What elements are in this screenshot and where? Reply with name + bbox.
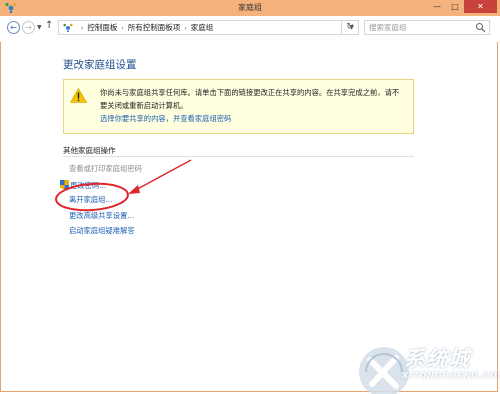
- search-icon[interactable]: [475, 22, 486, 33]
- view-print-password-link[interactable]: 查看或打印家庭组密码: [69, 164, 142, 174]
- up-button[interactable]: ↑: [45, 20, 53, 31]
- breadcrumb-item[interactable]: 控制面板: [87, 23, 117, 32]
- title-bar: 家庭组 — □ ✕: [0, 0, 500, 16]
- refresh-button[interactable]: ↻: [341, 20, 358, 35]
- arrow-right-icon: →: [25, 23, 32, 32]
- advanced-sharing-link[interactable]: 更改高级共享设置...: [69, 211, 134, 221]
- arrow-left-icon: ←: [10, 23, 17, 32]
- watermark-url: XITONGCHENG.COM: [402, 371, 500, 380]
- watermark-text: 系统城: [404, 347, 470, 371]
- recent-locations-button[interactable]: ▼: [37, 24, 42, 31]
- warning-icon: [70, 88, 87, 103]
- chevron-right-icon[interactable]: ›: [184, 25, 186, 32]
- shield-icon: [60, 180, 69, 190]
- maximize-button[interactable]: □: [446, 0, 464, 13]
- warning-banner: 你尚未与家庭组共享任何库。请单击下面的链接更改正在共享的内容。在共享完成之前，请…: [63, 79, 414, 134]
- section-divider: [63, 156, 414, 157]
- breadcrumb: › 控制面板 › 所有控制面板项 › 家庭组: [77, 21, 213, 35]
- warning-text: 你尚未与家庭组共享任何库。请单击下面的链接更改正在共享的内容。在共享完成之前，请…: [100, 88, 400, 110]
- forward-button[interactable]: →: [22, 21, 35, 34]
- breadcrumb-item[interactable]: 家庭组: [191, 23, 214, 32]
- chevron-right-icon: ›: [81, 25, 84, 32]
- section-title: 其他家庭组操作: [63, 146, 116, 155]
- chevron-down-icon: ▼: [37, 24, 42, 31]
- homegroup-icon: [63, 23, 73, 32]
- navigation-bar: ← → ▼ ↑ › 控制面板 › 所有控制面板项 › 家庭组 ▼ ↻ 搜索家庭组: [0, 16, 500, 42]
- refresh-icon: ↻: [346, 22, 354, 32]
- breadcrumb-item[interactable]: 所有控制面板项: [128, 23, 181, 32]
- search-input[interactable]: 搜索家庭组: [364, 20, 490, 35]
- troubleshoot-link[interactable]: 启动家庭组疑难解答: [69, 226, 135, 236]
- leave-homegroup-link[interactable]: 离开家庭组...: [69, 195, 112, 205]
- close-button[interactable]: ✕: [464, 0, 497, 13]
- page-title: 更改家庭组设置: [63, 59, 137, 71]
- window-title: 家庭组: [238, 3, 262, 12]
- change-password-link[interactable]: 更改密码...: [70, 181, 106, 191]
- chevron-right-icon[interactable]: ›: [121, 25, 123, 32]
- arrow-up-icon: ↑: [45, 20, 54, 31]
- choose-share-link[interactable]: 选择你要共享的内容，并查看家庭组密码: [100, 114, 231, 124]
- minimize-button[interactable]: —: [428, 0, 446, 13]
- search-placeholder: 搜索家庭组: [369, 23, 407, 32]
- back-button[interactable]: ←: [7, 21, 20, 34]
- address-bar[interactable]: › 控制面板 › 所有控制面板项 › 家庭组 ▼: [58, 20, 359, 35]
